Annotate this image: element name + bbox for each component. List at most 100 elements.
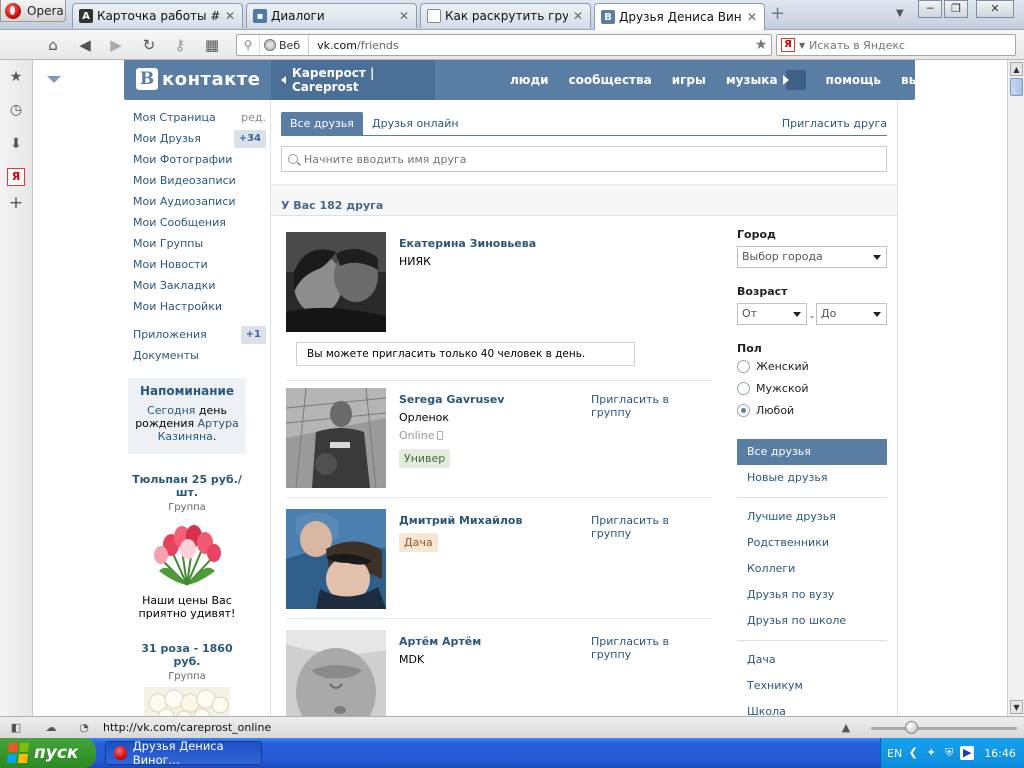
- nav-music[interactable]: музыка: [726, 73, 778, 87]
- radio-button[interactable]: [737, 360, 750, 373]
- opera-menu-button[interactable]: Opera: [0, 0, 66, 22]
- sex-radio-female[interactable]: Женский: [737, 360, 809, 373]
- language-indicator[interactable]: EN: [887, 747, 902, 760]
- bookmark-star-icon[interactable]: ★: [751, 37, 771, 53]
- menu-my-audio[interactable]: Мои Аудиозаписи: [133, 191, 266, 212]
- page-scrollbar[interactable]: ▲ ▼: [1007, 60, 1024, 716]
- roses-image[interactable]: [144, 687, 230, 716]
- friend-avatar[interactable]: [286, 232, 386, 332]
- sex-radio-male[interactable]: Мужской: [737, 382, 808, 395]
- menu-my-settings[interactable]: Мои Настройки: [133, 296, 266, 317]
- ad-block-tulips[interactable]: Тюльпан 25 руб./шт. Группа Наши цены Вас…: [128, 473, 246, 620]
- friend-name[interactable]: Екатерина Зиновьева: [399, 237, 536, 250]
- add-panel-icon[interactable]: +: [7, 194, 25, 212]
- list-filter-university[interactable]: Друзья по вузу: [737, 582, 887, 608]
- group-switch-button[interactable]: Карепрост | Careprost: [271, 60, 435, 100]
- invite-to-group-link[interactable]: Пригласить в группу: [591, 635, 712, 661]
- yandex-icon[interactable]: Я: [7, 168, 25, 186]
- menu-my-photos[interactable]: Мои Фотографии: [133, 149, 266, 170]
- restore-icon[interactable]: ❐: [944, 0, 968, 18]
- scroll-up-icon[interactable]: ▲: [1010, 62, 1023, 76]
- scroll-thumb[interactable]: [1010, 78, 1023, 96]
- tray-expand-icon[interactable]: ❮: [906, 746, 920, 760]
- url-field[interactable]: ⚲ Веб vk.com/friends ★: [236, 34, 772, 56]
- forward-icon[interactable]: ▶: [106, 35, 126, 55]
- speed-dial-icon[interactable]: ▦: [202, 35, 222, 55]
- tab-all-friends[interactable]: Все друзья: [281, 112, 363, 136]
- close-icon[interactable]: ✕: [224, 9, 236, 23]
- list-filter-school[interactable]: Школа: [737, 699, 887, 716]
- cloud-icon[interactable]: ☁: [43, 720, 59, 736]
- chevron-down-icon[interactable]: ▼: [896, 8, 904, 19]
- tulips-image[interactable]: [141, 519, 233, 587]
- search-input[interactable]: [809, 38, 1000, 52]
- list-filter-new-friends[interactable]: Новые друзья: [737, 465, 887, 491]
- city-select[interactable]: Выбор города: [737, 246, 887, 268]
- collapse-arrow-icon[interactable]: [47, 76, 61, 83]
- home-icon[interactable]: ⌂: [43, 35, 63, 55]
- list-filter-colleagues[interactable]: Коллеги: [737, 556, 887, 582]
- sex-radio-any[interactable]: Любой: [737, 404, 794, 417]
- list-filter-college[interactable]: Техникум: [737, 673, 887, 699]
- invite-to-group-link[interactable]: Пригласить в группу: [591, 514, 712, 540]
- menu-my-news[interactable]: Мои Новости: [133, 254, 266, 275]
- start-button[interactable]: пуск: [0, 738, 96, 768]
- friend-search-input[interactable]: [304, 152, 864, 166]
- close-icon[interactable]: ✕: [572, 9, 584, 23]
- close-icon[interactable]: ✕: [398, 9, 410, 23]
- invite-to-group-link[interactable]: Пригласить в группу: [591, 393, 712, 419]
- list-filter-best-friends[interactable]: Лучшие друзья: [737, 504, 887, 530]
- vk-logo[interactable]: В контакте: [136, 68, 260, 90]
- menu-my-messages[interactable]: Мои Сообщения: [133, 212, 266, 233]
- browser-tab-work-card[interactable]: A Карточка работы #825... ✕: [72, 3, 243, 28]
- nav-help[interactable]: помощь: [826, 73, 881, 87]
- close-icon[interactable]: ✕: [746, 10, 758, 24]
- nav-people[interactable]: люди: [510, 73, 549, 87]
- browser-tab-dialogs[interactable]: ▪ Диалоги ✕: [246, 3, 417, 28]
- menu-my-page[interactable]: Моя Страница ред.: [133, 107, 266, 128]
- list-filter-dacha[interactable]: Дача: [737, 647, 887, 673]
- search-field[interactable]: Я ▼: [776, 34, 1016, 56]
- chevron-down-icon[interactable]: ▼: [799, 41, 805, 50]
- menu-apps[interactable]: Приложения +1: [133, 324, 266, 345]
- bookmarks-star-icon[interactable]: ★: [7, 68, 25, 86]
- edit-link[interactable]: ред.: [241, 107, 266, 128]
- nav-games[interactable]: игры: [672, 73, 706, 87]
- menu-my-videos[interactable]: Мои Видеозаписи: [133, 170, 266, 191]
- menu-my-groups[interactable]: Мои Группы: [133, 233, 266, 254]
- tab-friends-online[interactable]: Друзья онлайн: [363, 112, 468, 136]
- friend-avatar[interactable]: [286, 388, 386, 488]
- panel-toggle-icon[interactable]: ◧: [8, 720, 24, 736]
- friend-name[interactable]: Артём Артём: [399, 635, 481, 648]
- ad-title[interactable]: 31 роза - 1860 руб.: [128, 642, 246, 668]
- nav-communities[interactable]: сообщества: [569, 73, 652, 87]
- media-player-icon[interactable]: ▶: [960, 746, 975, 760]
- music-play-button[interactable]: [782, 70, 806, 90]
- web-badge[interactable]: Веб: [259, 35, 310, 55]
- scroll-down-icon[interactable]: ▼: [1010, 700, 1023, 714]
- downloads-icon[interactable]: ⬇: [7, 135, 25, 153]
- friend-avatar[interactable]: [286, 509, 386, 609]
- history-clock-icon[interactable]: ◷: [7, 101, 25, 119]
- list-filter-all-friends[interactable]: Все друзья: [737, 439, 887, 465]
- invite-friend-link[interactable]: Пригласить друга: [782, 112, 887, 136]
- radio-button[interactable]: [737, 382, 750, 395]
- friend-name[interactable]: Дмитрий Михайлов: [399, 514, 522, 527]
- shield-icon[interactable]: ⛨: [942, 746, 956, 760]
- age-from-select[interactable]: От: [737, 303, 807, 325]
- menu-my-friends[interactable]: Мои Друзья +34: [133, 128, 266, 149]
- reload-icon[interactable]: ↻: [139, 35, 159, 55]
- url-text[interactable]: vk.com/friends: [309, 39, 751, 52]
- friend-avatar[interactable]: [286, 630, 386, 716]
- ad-block-roses[interactable]: 31 роза - 1860 руб. Группа: [128, 642, 246, 716]
- list-filter-relatives[interactable]: Родственники: [737, 530, 887, 556]
- ad-title[interactable]: Тюльпан 25 руб./шт.: [128, 473, 246, 499]
- age-to-select[interactable]: До: [816, 303, 887, 325]
- zoom-slider-handle[interactable]: [905, 721, 918, 734]
- star-tray-icon[interactable]: ✦: [924, 746, 938, 760]
- friend-list-tag[interactable]: Дача: [399, 533, 438, 552]
- back-icon[interactable]: ◀: [75, 35, 95, 55]
- reminder-today-link[interactable]: Сегодня: [147, 404, 195, 417]
- menu-my-bookmarks[interactable]: Мои Закладки: [133, 275, 266, 296]
- nav-logout[interactable]: выйти: [901, 73, 943, 87]
